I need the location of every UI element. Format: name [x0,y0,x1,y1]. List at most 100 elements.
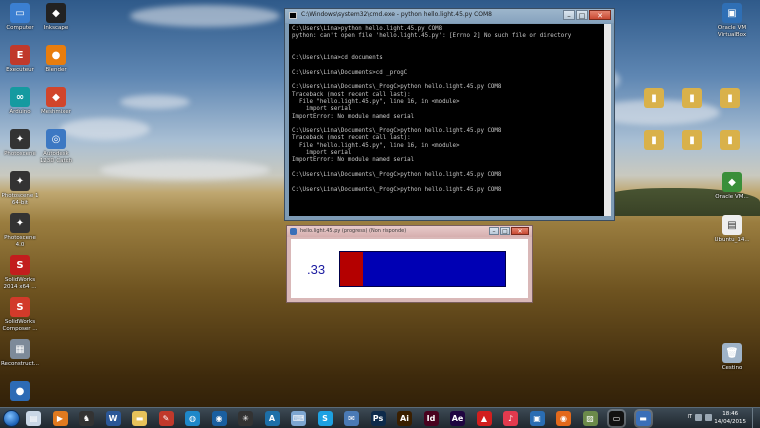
acrobat-icon[interactable]: ▲ [476,411,492,426]
desktop-icon[interactable]: S SolidWorks 2014 x64 ... [0,255,40,290]
desktop-icon[interactable]: ✦ Photoscene 1 64-bit [0,171,40,206]
folder-icon[interactable]: ▮ [710,130,750,150]
desktop-icon[interactable]: ✦ Photoscene 4.0 [0,213,40,248]
desktop-icon[interactable]: ✦ Photoscene [0,129,40,158]
mail-icon[interactable]: ✉ [344,411,359,426]
app-blue-icon[interactable]: ▣ [529,411,545,426]
console-line: Traceback (most recent call last): [292,91,411,98]
app-icon: ◆ [722,172,742,192]
app-icon: ◆ [46,87,66,107]
app-icon: S [10,255,30,275]
desktop-icon[interactable]: ▭ Computer [0,3,40,32]
folder-icon[interactable]: ▮ [672,88,712,108]
word-icon[interactable]: W [105,411,121,426]
desktop-icon[interactable]: ● [0,381,40,403]
keyboard-icon[interactable]: ⌨ [291,411,306,426]
explorer-icon[interactable]: ▤ [26,411,41,426]
tray-icons: IT [687,414,712,421]
illustrator-icon[interactable]: Ai [397,411,412,426]
app-icon: ✦ [10,171,30,191]
desktop-icon[interactable]: ◎ Autodesk 123D Catch [36,129,76,164]
desktop-icon-label: Computer [6,25,34,31]
app-icon: ◎ [46,129,66,149]
taskbar: ▤ ▶ ♞ W ▬ ✎ ◍ ◉ ✳ A ⌨ S ✉ Ps Ai Id Ae ▲ ♪ ▣ ◉ ▨ ▭ ▬ IT 18:46 14… [0,407,760,428]
console-line: C:\Users\Lina>cd documents [292,55,383,62]
console-output[interactable]: C:\Users\Lina>python hello.light.45.py C… [289,24,604,216]
python-titlebar[interactable]: hello.light.45.py (progress) (Non rispon… [287,226,532,237]
desktop-icon-label: Cestino [721,365,743,371]
earth-icon[interactable]: ◉ [211,411,227,426]
cloud [100,160,270,180]
desktop-icon[interactable]: S SolidWorks Composer ... [0,297,40,332]
python-icon[interactable]: ▬ [635,411,651,426]
maximize-button[interactable]: □ [500,227,510,235]
desktop-icon[interactable]: ▣ Oracle VM VirtualBox [712,3,752,38]
app-icon: ✦ [10,129,30,149]
app-icon: ▭ [10,3,30,23]
maximize-button[interactable]: □ [576,10,588,20]
clock[interactable]: 18:46 14/04/2015 [714,410,746,426]
start-button[interactable] [3,410,20,427]
minimize-button[interactable]: – [489,227,499,235]
chess-icon[interactable]: ♞ [79,411,94,426]
desktop-icon-label: Meshmixer [40,109,72,115]
minimize-button[interactable]: – [563,10,575,20]
app-icon: ▦ [10,339,30,359]
console-line: C:\Users\Lina\Documents\_ProgC>python he… [292,186,502,193]
desktop-icon[interactable]: ∞ Arduino [0,87,40,116]
python-window[interactable]: hello.light.45.py (progress) (Non rispon… [286,225,533,303]
cloud [130,5,280,27]
close-button[interactable]: ✕ [589,10,611,20]
desktop-icon[interactable]: ◆ Meshmixer [36,87,76,116]
close-button[interactable]: ✕ [511,227,529,235]
python-window-icon [290,228,297,235]
star-app-icon[interactable]: ✳ [238,411,253,426]
scrollbar[interactable] [604,24,611,216]
folder-icon[interactable]: ▮ [710,88,750,108]
folder-glyph: ▮ [682,88,702,108]
desktop-icon[interactable]: ● Blender [36,45,76,74]
folder-icon[interactable]: ▮ [634,88,674,108]
tool-icon[interactable]: ✎ [158,411,174,426]
desktop-icon[interactable]: E Executeur [0,45,40,74]
desktop-icon[interactable]: ▦ Reconstruct... [0,339,40,368]
folder-glyph: ▮ [644,130,664,150]
desktop-icon[interactable]: ◆ Oracle VM... [712,172,752,201]
arduino-icon[interactable]: A [264,411,280,426]
skype-icon[interactable]: S [317,411,333,426]
tray-lang[interactable]: IT [687,414,692,421]
cmd-titlebar[interactable]: C:\Windows\system32\cmd.exe - python hel… [285,9,614,23]
gauge-fill [340,252,364,286]
globe-icon[interactable]: ◍ [185,411,200,426]
folder-glyph: ▮ [720,130,740,150]
show-desktop-button[interactable] [752,408,760,428]
firefox-icon[interactable]: ◉ [556,411,571,426]
aftereffects-icon[interactable]: Ae [450,411,465,426]
cmd-window[interactable]: C:\Windows\system32\cmd.exe - python hel… [284,8,615,221]
desktop-icon-label: Ubuntu_14... [714,237,750,243]
console-line: C:\Users\Lina>python hello.light.45.py C… [292,26,443,32]
app-icon: E [10,45,30,65]
folder-icon[interactable]: ▬ [132,411,147,426]
console-line: File "hello.light.45.py", line 16, in <m… [292,98,460,105]
cmd-icon[interactable]: ▭ [609,411,624,426]
desktop-icon[interactable]: ▤ Ubuntu_14... [712,215,752,244]
folder-icon[interactable]: ▮ [634,130,674,150]
desktop-icon[interactable]: ◆ Inkscape [36,3,76,32]
desktop-icon[interactable]: 🗑 Cestino [712,343,752,372]
network-icon[interactable] [695,414,702,421]
photoshop-icon[interactable]: Ps [370,411,386,426]
image-viewer-icon[interactable]: ▨ [582,411,598,426]
light-reading: .33 [307,262,326,277]
light-gauge [339,251,506,287]
media-player-icon[interactable]: ▶ [52,411,68,426]
app-icon: ● [46,45,66,65]
itunes-icon[interactable]: ♪ [503,411,518,426]
python-canvas: .33 [291,239,528,298]
volume-icon[interactable] [705,414,712,421]
indesign-icon[interactable]: Id [423,411,439,426]
folder-icon[interactable]: ▮ [672,130,712,150]
